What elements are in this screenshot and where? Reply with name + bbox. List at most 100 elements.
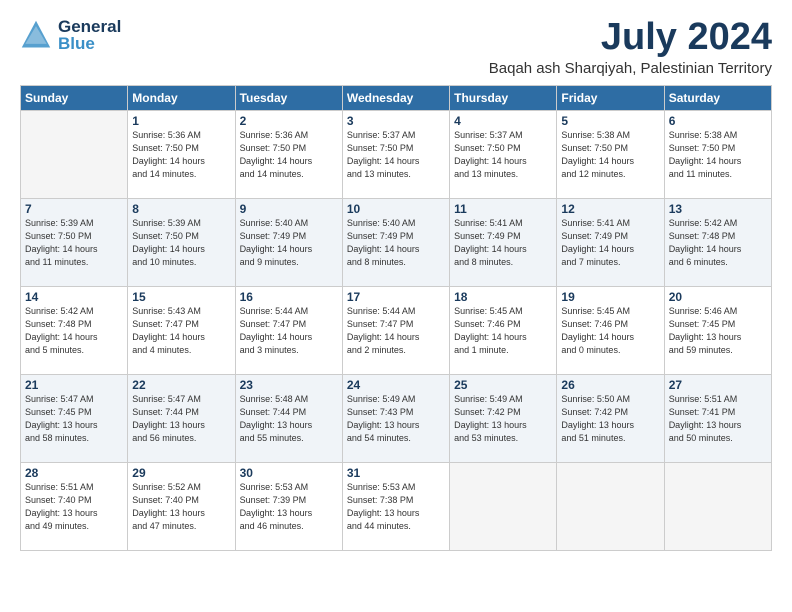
day-number: 27 (669, 378, 767, 392)
calendar-cell: 26Sunrise: 5:50 AM Sunset: 7:42 PM Dayli… (557, 375, 664, 463)
day-info: Sunrise: 5:38 AM Sunset: 7:50 PM Dayligh… (669, 129, 767, 181)
day-number: 28 (25, 466, 123, 480)
calendar-cell: 3Sunrise: 5:37 AM Sunset: 7:50 PM Daylig… (342, 111, 449, 199)
day-info: Sunrise: 5:50 AM Sunset: 7:42 PM Dayligh… (561, 393, 659, 445)
day-number: 22 (132, 378, 230, 392)
day-info: Sunrise: 5:53 AM Sunset: 7:38 PM Dayligh… (347, 481, 445, 533)
day-number: 16 (240, 290, 338, 304)
calendar-cell: 13Sunrise: 5:42 AM Sunset: 7:48 PM Dayli… (664, 199, 771, 287)
logo-brand: General Blue (58, 18, 121, 52)
calendar-cell: 19Sunrise: 5:45 AM Sunset: 7:46 PM Dayli… (557, 287, 664, 375)
calendar-cell: 30Sunrise: 5:53 AM Sunset: 7:39 PM Dayli… (235, 463, 342, 551)
calendar-cell: 22Sunrise: 5:47 AM Sunset: 7:44 PM Dayli… (128, 375, 235, 463)
day-info: Sunrise: 5:37 AM Sunset: 7:50 PM Dayligh… (454, 129, 552, 181)
day-info: Sunrise: 5:41 AM Sunset: 7:49 PM Dayligh… (561, 217, 659, 269)
day-number: 8 (132, 202, 230, 216)
calendar-cell: 12Sunrise: 5:41 AM Sunset: 7:49 PM Dayli… (557, 199, 664, 287)
header-cell-monday: Monday (128, 86, 235, 111)
day-info: Sunrise: 5:51 AM Sunset: 7:41 PM Dayligh… (669, 393, 767, 445)
calendar-cell: 20Sunrise: 5:46 AM Sunset: 7:45 PM Dayli… (664, 287, 771, 375)
day-number: 10 (347, 202, 445, 216)
title-area: July 2024 Baqah ash Sharqiyah, Palestini… (489, 18, 772, 77)
header-cell-wednesday: Wednesday (342, 86, 449, 111)
day-number: 24 (347, 378, 445, 392)
month-title: July 2024 (489, 18, 772, 56)
day-number: 30 (240, 466, 338, 480)
day-info: Sunrise: 5:49 AM Sunset: 7:42 PM Dayligh… (454, 393, 552, 445)
day-number: 26 (561, 378, 659, 392)
day-number: 13 (669, 202, 767, 216)
day-info: Sunrise: 5:38 AM Sunset: 7:50 PM Dayligh… (561, 129, 659, 181)
day-number: 21 (25, 378, 123, 392)
day-info: Sunrise: 5:39 AM Sunset: 7:50 PM Dayligh… (25, 217, 123, 269)
day-info: Sunrise: 5:42 AM Sunset: 7:48 PM Dayligh… (25, 305, 123, 357)
day-number: 15 (132, 290, 230, 304)
logo-blue-text: Blue (58, 35, 121, 52)
day-number: 17 (347, 290, 445, 304)
day-number: 31 (347, 466, 445, 480)
week-row-3: 14Sunrise: 5:42 AM Sunset: 7:48 PM Dayli… (21, 287, 772, 375)
calendar-cell: 28Sunrise: 5:51 AM Sunset: 7:40 PM Dayli… (21, 463, 128, 551)
day-info: Sunrise: 5:47 AM Sunset: 7:45 PM Dayligh… (25, 393, 123, 445)
logo-general-text: General (58, 18, 121, 35)
week-row-2: 7Sunrise: 5:39 AM Sunset: 7:50 PM Daylig… (21, 199, 772, 287)
day-number: 25 (454, 378, 552, 392)
day-info: Sunrise: 5:37 AM Sunset: 7:50 PM Dayligh… (347, 129, 445, 181)
week-row-5: 28Sunrise: 5:51 AM Sunset: 7:40 PM Dayli… (21, 463, 772, 551)
day-info: Sunrise: 5:49 AM Sunset: 7:43 PM Dayligh… (347, 393, 445, 445)
header-cell-tuesday: Tuesday (235, 86, 342, 111)
day-number: 20 (669, 290, 767, 304)
day-info: Sunrise: 5:40 AM Sunset: 7:49 PM Dayligh… (347, 217, 445, 269)
calendar-cell: 7Sunrise: 5:39 AM Sunset: 7:50 PM Daylig… (21, 199, 128, 287)
day-number: 1 (132, 114, 230, 128)
calendar-cell: 1Sunrise: 5:36 AM Sunset: 7:50 PM Daylig… (128, 111, 235, 199)
calendar-cell: 8Sunrise: 5:39 AM Sunset: 7:50 PM Daylig… (128, 199, 235, 287)
day-number: 5 (561, 114, 659, 128)
header-cell-thursday: Thursday (450, 86, 557, 111)
calendar-cell: 4Sunrise: 5:37 AM Sunset: 7:50 PM Daylig… (450, 111, 557, 199)
day-info: Sunrise: 5:40 AM Sunset: 7:49 PM Dayligh… (240, 217, 338, 269)
calendar-cell: 29Sunrise: 5:52 AM Sunset: 7:40 PM Dayli… (128, 463, 235, 551)
day-info: Sunrise: 5:46 AM Sunset: 7:45 PM Dayligh… (669, 305, 767, 357)
location-text: Baqah ash Sharqiyah, Palestinian Territo… (489, 60, 772, 77)
calendar-cell: 18Sunrise: 5:45 AM Sunset: 7:46 PM Dayli… (450, 287, 557, 375)
day-info: Sunrise: 5:45 AM Sunset: 7:46 PM Dayligh… (561, 305, 659, 357)
day-number: 6 (669, 114, 767, 128)
day-number: 9 (240, 202, 338, 216)
day-info: Sunrise: 5:48 AM Sunset: 7:44 PM Dayligh… (240, 393, 338, 445)
day-number: 12 (561, 202, 659, 216)
week-row-4: 21Sunrise: 5:47 AM Sunset: 7:45 PM Dayli… (21, 375, 772, 463)
calendar-table: SundayMondayTuesdayWednesdayThursdayFrid… (20, 85, 772, 551)
header-cell-friday: Friday (557, 86, 664, 111)
day-info: Sunrise: 5:43 AM Sunset: 7:47 PM Dayligh… (132, 305, 230, 357)
week-row-1: 1Sunrise: 5:36 AM Sunset: 7:50 PM Daylig… (21, 111, 772, 199)
day-info: Sunrise: 5:44 AM Sunset: 7:47 PM Dayligh… (240, 305, 338, 357)
calendar-cell: 5Sunrise: 5:38 AM Sunset: 7:50 PM Daylig… (557, 111, 664, 199)
calendar-cell: 15Sunrise: 5:43 AM Sunset: 7:47 PM Dayli… (128, 287, 235, 375)
calendar-cell: 6Sunrise: 5:38 AM Sunset: 7:50 PM Daylig… (664, 111, 771, 199)
calendar-cell: 14Sunrise: 5:42 AM Sunset: 7:48 PM Dayli… (21, 287, 128, 375)
day-number: 2 (240, 114, 338, 128)
header-row: SundayMondayTuesdayWednesdayThursdayFrid… (21, 86, 772, 111)
day-number: 14 (25, 290, 123, 304)
calendar-cell: 17Sunrise: 5:44 AM Sunset: 7:47 PM Dayli… (342, 287, 449, 375)
calendar-cell: 25Sunrise: 5:49 AM Sunset: 7:42 PM Dayli… (450, 375, 557, 463)
day-number: 29 (132, 466, 230, 480)
day-info: Sunrise: 5:45 AM Sunset: 7:46 PM Dayligh… (454, 305, 552, 357)
day-number: 18 (454, 290, 552, 304)
day-info: Sunrise: 5:42 AM Sunset: 7:48 PM Dayligh… (669, 217, 767, 269)
logo-icon (20, 19, 52, 51)
calendar-cell: 11Sunrise: 5:41 AM Sunset: 7:49 PM Dayli… (450, 199, 557, 287)
calendar-cell: 27Sunrise: 5:51 AM Sunset: 7:41 PM Dayli… (664, 375, 771, 463)
calendar-cell: 2Sunrise: 5:36 AM Sunset: 7:50 PM Daylig… (235, 111, 342, 199)
day-info: Sunrise: 5:39 AM Sunset: 7:50 PM Dayligh… (132, 217, 230, 269)
calendar-cell (21, 111, 128, 199)
day-number: 7 (25, 202, 123, 216)
calendar-cell: 24Sunrise: 5:49 AM Sunset: 7:43 PM Dayli… (342, 375, 449, 463)
calendar-cell: 9Sunrise: 5:40 AM Sunset: 7:49 PM Daylig… (235, 199, 342, 287)
calendar-cell: 23Sunrise: 5:48 AM Sunset: 7:44 PM Dayli… (235, 375, 342, 463)
day-info: Sunrise: 5:52 AM Sunset: 7:40 PM Dayligh… (132, 481, 230, 533)
day-info: Sunrise: 5:51 AM Sunset: 7:40 PM Dayligh… (25, 481, 123, 533)
day-info: Sunrise: 5:41 AM Sunset: 7:49 PM Dayligh… (454, 217, 552, 269)
header-cell-saturday: Saturday (664, 86, 771, 111)
